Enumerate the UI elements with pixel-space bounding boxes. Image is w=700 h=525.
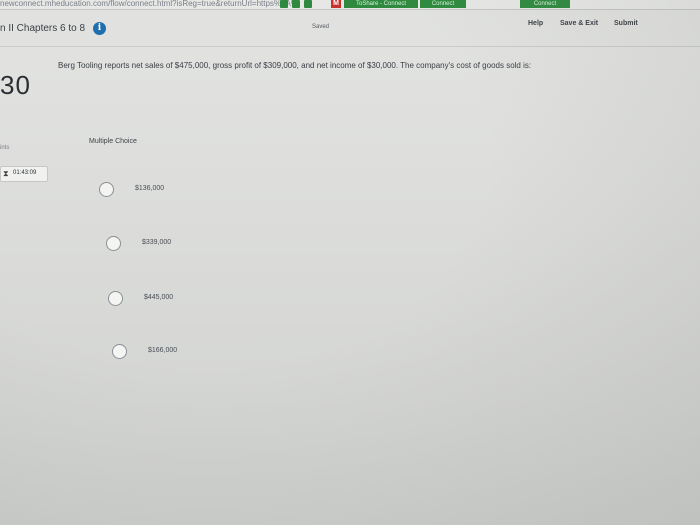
submit-button[interactable]: Submit: [614, 20, 638, 27]
extension-icon[interactable]: [280, 0, 288, 8]
assignment-header: n II Chapters 6 to 8 i Saved Help Save &…: [0, 10, 700, 47]
info-icon[interactable]: i: [93, 22, 106, 35]
browser-tab-strip: M ToShare - Connect Connect Connect: [280, 0, 700, 9]
answer-option-label[interactable]: $339,000: [142, 239, 171, 246]
hourglass-icon: ⧗: [3, 169, 9, 178]
help-button[interactable]: Help: [528, 20, 543, 27]
radio-button[interactable]: [112, 344, 127, 359]
extension-icon[interactable]: [304, 0, 312, 8]
radio-button[interactable]: [106, 236, 121, 251]
url-text: newconnect.mheducation.com/flow/connect.…: [0, 0, 298, 8]
browser-tab[interactable]: ToShare - Connect: [344, 0, 418, 8]
question-text: Berg Tooling reports net sales of $475,0…: [58, 61, 532, 70]
timer-value: 01:43:09: [13, 170, 37, 176]
mheducation-logo-icon[interactable]: M: [331, 0, 341, 8]
browser-tab[interactable]: Connect: [520, 0, 570, 8]
assignment-title: n II Chapters 6 to 8: [0, 23, 86, 34]
browser-url-bar[interactable]: newconnect.mheducation.com/flow/connect.…: [0, 0, 700, 10]
save-exit-button[interactable]: Save & Exit: [560, 20, 598, 27]
timer: ⧗ 01:43:09: [0, 166, 48, 182]
points-label: ints: [0, 145, 10, 151]
answer-option-label[interactable]: $445,000: [144, 294, 173, 301]
browser-tab[interactable]: Connect: [420, 0, 466, 8]
answer-option-label[interactable]: $136,000: [135, 185, 164, 192]
answer-option-label[interactable]: $166,000: [148, 347, 177, 354]
saved-status: Saved: [312, 24, 330, 30]
question-type-label: Multiple Choice: [89, 138, 137, 145]
radio-button[interactable]: [99, 182, 114, 197]
radio-button[interactable]: [108, 291, 123, 306]
question-number: 30: [0, 70, 31, 100]
extension-icon[interactable]: [292, 0, 300, 8]
screen: newconnect.mheducation.com/flow/connect.…: [0, 0, 700, 525]
photo-vignette: [0, 0, 700, 525]
